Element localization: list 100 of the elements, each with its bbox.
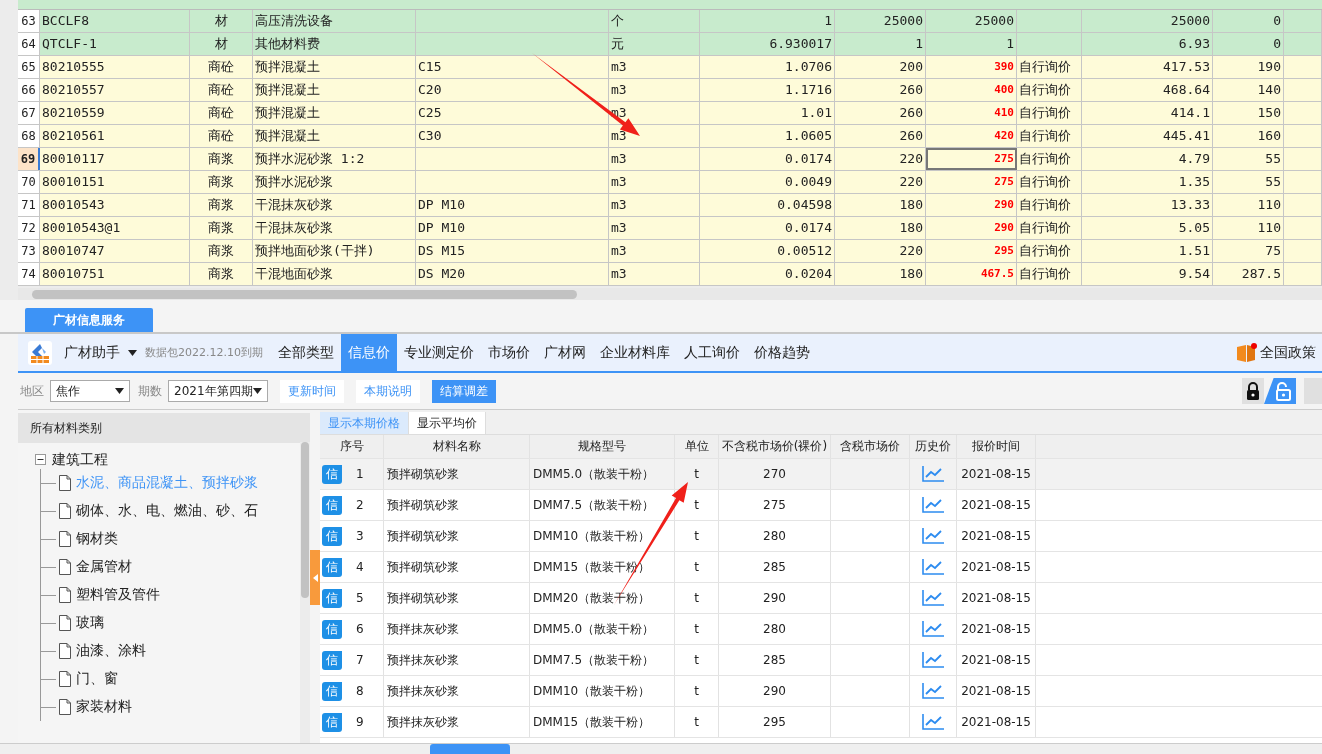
table-cell: 0.0204 (700, 263, 835, 285)
table-row[interactable]: 信 8 预拌抹灰砂浆 DMM10（散装干粉） t 290 2021-08-15 (320, 676, 1322, 707)
row-number[interactable]: 68 (18, 125, 40, 147)
table-cell: BCCLF8 (40, 10, 190, 32)
row-number[interactable]: 72 (18, 217, 40, 239)
collapse-toggle[interactable] (35, 452, 46, 468)
column-header[interactable]: 报价时间 (957, 435, 1036, 458)
scrollbar-thumb[interactable] (32, 290, 577, 299)
tree-item[interactable]: 塑料管及管件 (76, 586, 160, 604)
column-header[interactable]: 不含税市场价(裸价) (719, 435, 831, 458)
tree-item[interactable]: 钢材类 (76, 530, 118, 548)
info-badge: 信 (322, 712, 342, 732)
row-number[interactable]: 69 (18, 148, 40, 170)
line-chart-icon[interactable] (922, 559, 944, 575)
row-number[interactable]: 64 (18, 33, 40, 55)
table-row[interactable]: 信 3 预拌砌筑砂浆 DMM10（散装干粉） t 280 2021-08-15 (320, 521, 1322, 552)
table-cell: m3 (609, 79, 700, 101)
nav-tab[interactable]: 市场价 (481, 334, 537, 371)
table-cell: 260 (835, 125, 926, 147)
table-cell: DMM15（散装干粉） (530, 707, 675, 737)
tree-item[interactable]: 金属管材 (76, 558, 132, 576)
table-cell: DS M20 (416, 263, 609, 285)
table-row[interactable]: 信 4 预拌砌筑砂浆 DMM15（散装干粉） t 285 2021-08-15 (320, 552, 1322, 583)
row-number[interactable]: 63 (18, 10, 40, 32)
row-number[interactable]: 67 (18, 102, 40, 124)
collapse-handle[interactable] (310, 550, 320, 605)
app-menu[interactable]: 广材助手 (64, 334, 137, 371)
column-header[interactable]: 序号 (320, 435, 384, 458)
policy-label[interactable]: 全国政策 (1260, 343, 1316, 362)
policy-link[interactable]: 全国政策 (1236, 334, 1316, 371)
nav-tab[interactable]: 价格趋势 (747, 334, 817, 371)
table-row[interactable]: 信 9 预拌抹灰砂浆 DMM15（散装干粉） t 295 2021-08-15 (320, 707, 1322, 738)
view-tab[interactable]: 显示平均价 (409, 412, 486, 434)
table-cell: 个 (609, 10, 700, 32)
nav-tab[interactable]: 人工询价 (677, 334, 747, 371)
row-number[interactable]: 66 (18, 79, 40, 101)
tree-item[interactable]: 砌体、水、电、燃油、砂、石 (76, 502, 258, 520)
lock-button[interactable] (1242, 378, 1264, 404)
table-row[interactable]: 信 1 预拌砌筑砂浆 DMM5.0（散装干粉） t 270 2021-08-15 (320, 459, 1322, 490)
scrollbar-thumb[interactable] (301, 442, 309, 598)
table-cell: 445.41 (1082, 125, 1213, 147)
table-cell: 预拌地面砂浆(干拌) (253, 240, 416, 262)
tree-item[interactable]: 家装材料 (76, 698, 132, 716)
table-cell: 140 (1213, 79, 1284, 101)
line-chart-icon[interactable] (922, 652, 944, 668)
table-cell: 商砼 (190, 56, 253, 78)
table-row[interactable]: 信 7 预拌抹灰砂浆 DMM7.5（散装干粉） t 285 2021-08-15 (320, 645, 1322, 676)
table-cell: 260 (835, 79, 926, 101)
table-cell: 8 (356, 684, 364, 698)
row-number[interactable]: 70 (18, 171, 40, 193)
scrollbar[interactable] (18, 288, 1322, 300)
table-cell: DP M10 (416, 194, 609, 216)
table-cell: 1 (700, 10, 835, 32)
tree-item[interactable]: 门、窗 (76, 670, 118, 688)
table-cell: 3 (356, 529, 364, 543)
nav-tab[interactable]: 广材网 (537, 334, 593, 371)
line-chart-icon[interactable] (922, 528, 944, 544)
column-header[interactable]: 规格型号 (530, 435, 675, 458)
line-chart-icon[interactable] (922, 590, 944, 606)
tree-title: 所有材料类别 (18, 413, 310, 443)
row-number[interactable]: 73 (18, 240, 40, 262)
table-cell: 5 (356, 591, 364, 605)
tree-item[interactable]: 玻璃 (76, 614, 104, 632)
info-badge: 信 (322, 526, 342, 546)
table-cell: 商浆 (190, 148, 253, 170)
table-cell: 420 (926, 125, 1017, 147)
table-cell: 材 (190, 33, 253, 55)
tree-item[interactable]: 油漆、涂料 (76, 642, 146, 660)
table-cell: 5.05 (1082, 217, 1213, 239)
line-chart-icon[interactable] (922, 714, 944, 730)
table-cell: 1.35 (1082, 171, 1213, 193)
nav-tab[interactable]: 专业测定价 (397, 334, 481, 371)
tree-item[interactable]: 建筑工程 (52, 451, 108, 469)
table-cell: 290 (926, 194, 1017, 216)
table-cell: 260 (835, 102, 926, 124)
row-number[interactable]: 65 (18, 56, 40, 78)
table-cell: t (675, 583, 719, 613)
table-cell: 自行询价 (1017, 125, 1082, 147)
row-number[interactable]: 71 (18, 194, 40, 216)
line-chart-icon[interactable] (922, 466, 944, 482)
nav-tab[interactable]: 企业材料库 (593, 334, 677, 371)
table-cell: t (675, 614, 719, 644)
row-number[interactable]: 74 (18, 263, 40, 285)
table-cell: 55 (1213, 148, 1284, 170)
column-header[interactable]: 材料名称 (384, 435, 530, 458)
nav-tab[interactable]: 全部类型 (271, 334, 341, 371)
table-cell: 9 (356, 715, 364, 729)
scrollbar[interactable] (300, 442, 310, 743)
line-chart-icon[interactable] (922, 621, 944, 637)
region-select[interactable]: 焦作 (50, 380, 130, 402)
line-chart-icon[interactable] (922, 497, 944, 513)
table-cell: 0.0174 (700, 148, 835, 170)
table-row[interactable]: 信 6 预拌抹灰砂浆 DMM5.0（散装干粉） t 280 2021-08-15 (320, 614, 1322, 645)
line-chart-icon[interactable] (922, 683, 944, 699)
table-cell: 自行询价 (1017, 171, 1082, 193)
table-row[interactable]: 信 5 预拌砌筑砂浆 DMM20（散装干粉） t 290 2021-08-15 (320, 583, 1322, 614)
period-select[interactable]: 2021年第四期 (168, 380, 268, 402)
column-header[interactable]: 历史价 (910, 435, 957, 458)
column-header[interactable]: 单位 (675, 435, 719, 458)
column-header[interactable]: 含税市场价 (831, 435, 910, 458)
